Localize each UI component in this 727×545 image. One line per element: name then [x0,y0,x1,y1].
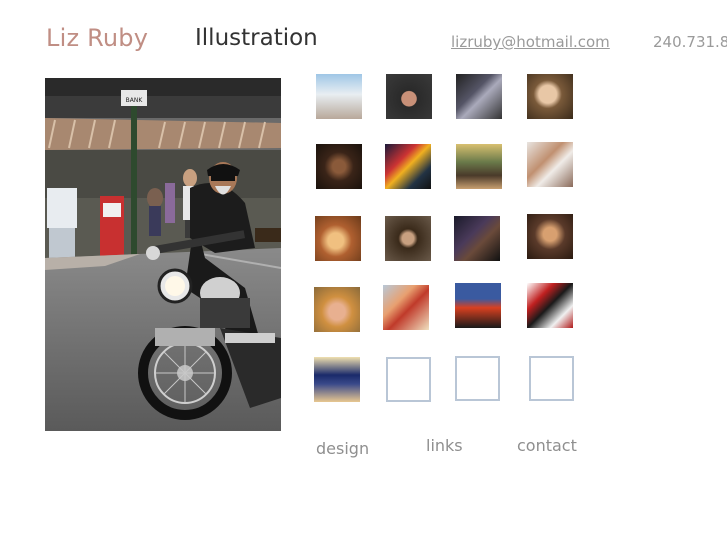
thumb-bowling[interactable] [527,283,573,328]
thumb-old-man[interactable] [527,74,573,119]
site-name[interactable]: Liz Ruby [46,24,148,52]
thumb-dark-abstract[interactable] [454,216,500,261]
section-title: Illustration [195,25,318,51]
thumb-bikers-group[interactable] [456,74,502,119]
thumb-couple[interactable] [527,214,573,259]
thumb-biker-closeup[interactable] [386,74,432,119]
thumb-figures[interactable] [527,142,573,187]
thumb-lighthouse[interactable] [316,74,362,119]
nav-design-link[interactable]: design [316,439,369,458]
thumb-empty-2[interactable] [455,356,500,401]
thumb-woman-drinking[interactable] [314,287,360,332]
featured-illustration: BANK [45,78,281,431]
thumb-eiffel[interactable] [314,357,360,402]
phone-number: 240.731.8 [653,33,727,51]
thumb-empty-3[interactable] [529,356,574,401]
thumb-empty-1[interactable] [386,357,431,402]
thumb-faces-warm[interactable] [315,216,361,261]
thumb-girl-portrait[interactable] [385,216,431,261]
street-sign-text: BANK [126,97,144,104]
thumb-poster[interactable] [455,283,501,328]
motorcycle-painting: BANK [45,78,281,431]
email-link[interactable]: lizruby@hotmail.com [451,33,610,51]
nav-links-link[interactable]: links [426,436,463,455]
thumb-cats[interactable] [383,285,429,330]
thumb-dark-swirl[interactable] [316,144,362,189]
thumb-street-lights[interactable] [456,144,502,189]
nav-contact-link[interactable]: contact [517,436,577,455]
thumb-crowd-night[interactable] [385,144,431,189]
